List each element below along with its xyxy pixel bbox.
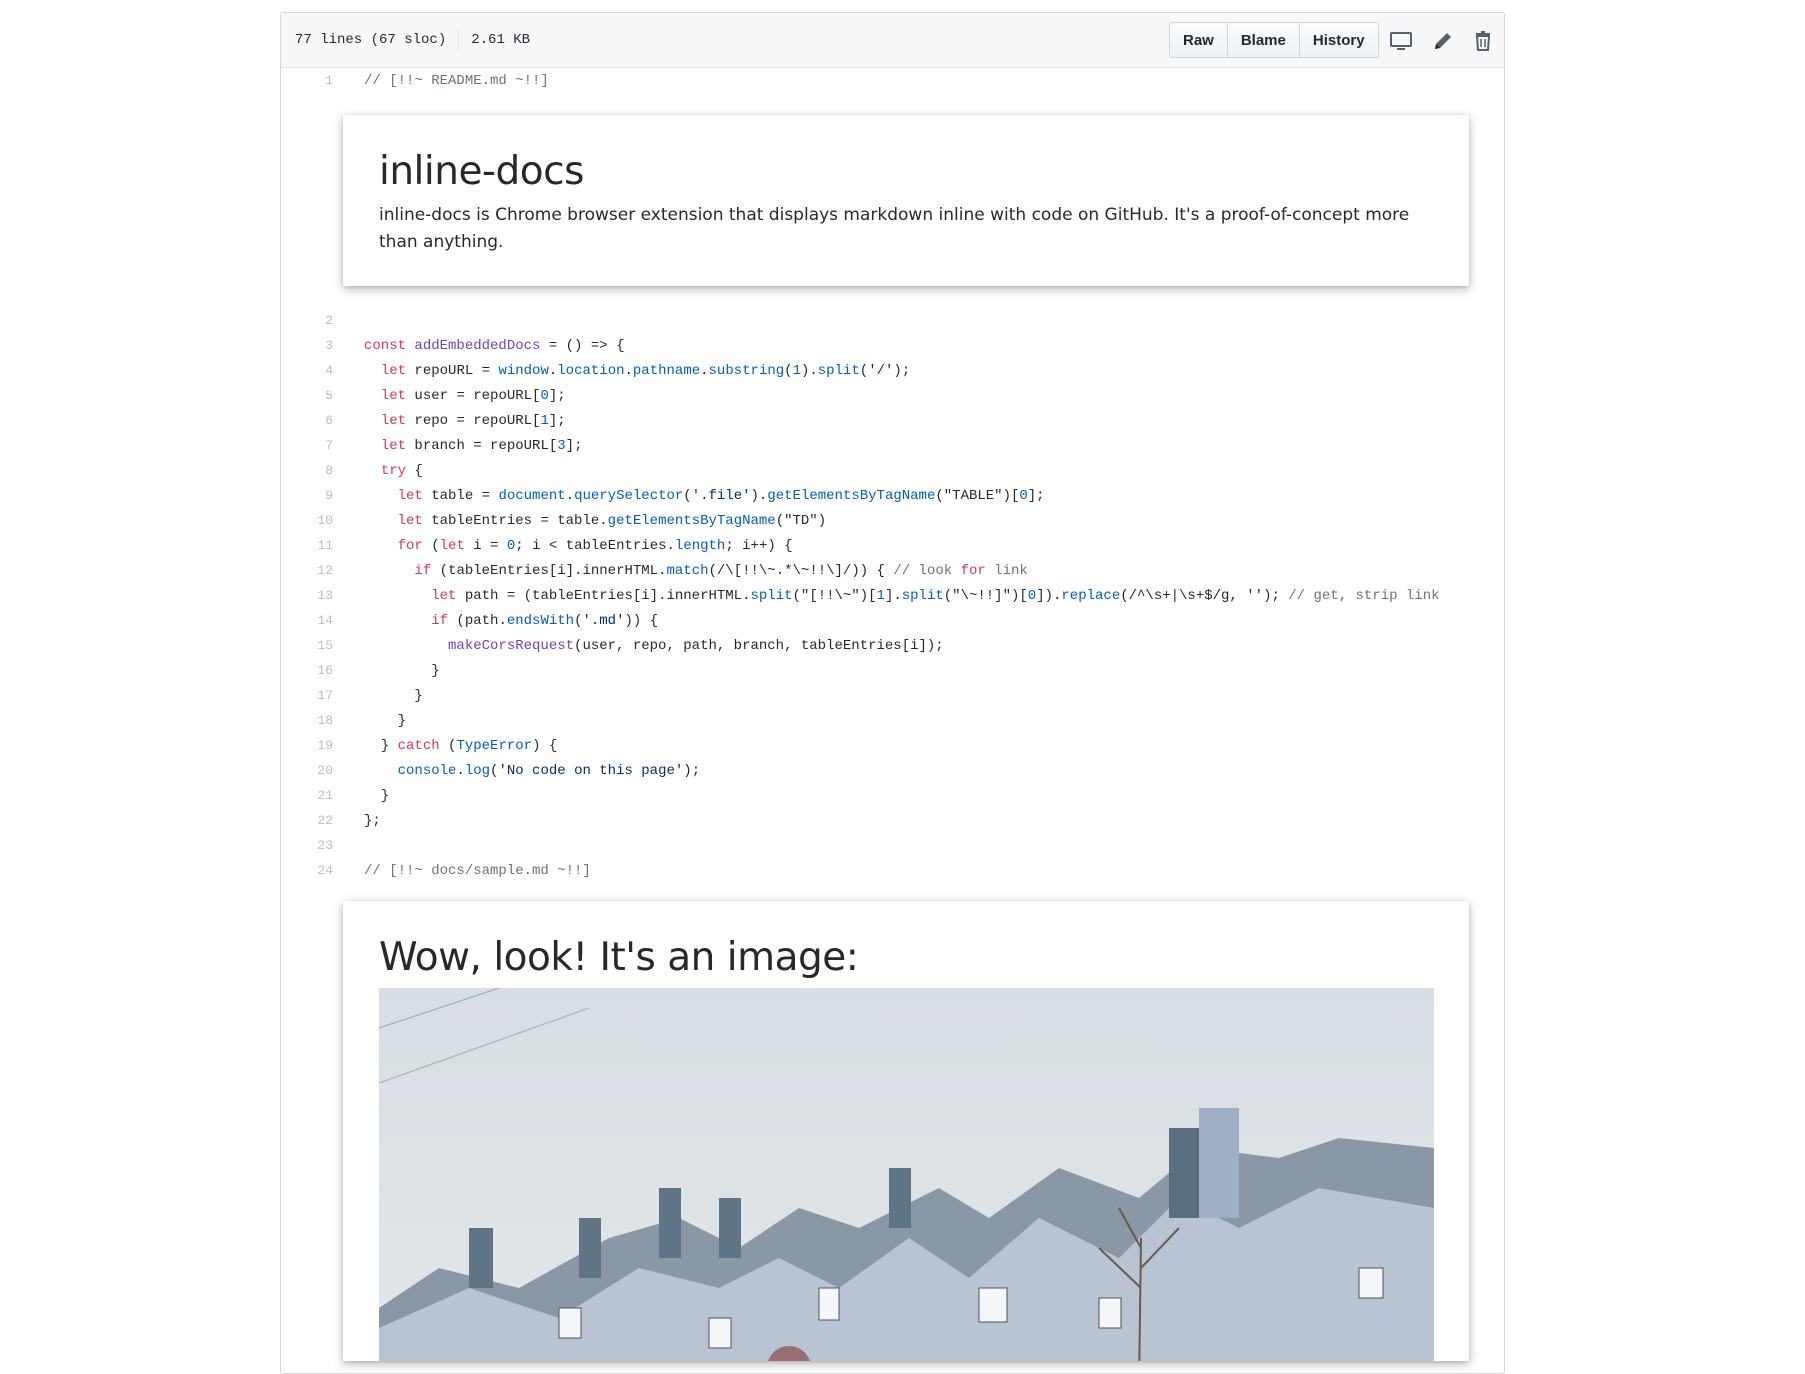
- line-number[interactable]: 22: [281, 813, 333, 828]
- line-number[interactable]: 11: [281, 538, 333, 553]
- line-content: };: [364, 812, 381, 829]
- line-content: let user = repoURL[0];: [380, 387, 566, 404]
- code-line: 18 }: [281, 708, 1504, 733]
- line-content: const addEmbeddedDocs = () => {: [364, 337, 625, 354]
- houses-image: [379, 988, 1434, 1361]
- code-line: 17 }: [281, 683, 1504, 708]
- code-line: 11 for (let i = 0; i < tableEntries.leng…: [281, 533, 1504, 558]
- code-line: 16 }: [281, 658, 1504, 683]
- lines-info: 77 lines (67 sloc): [295, 32, 447, 48]
- line-content: // [!!~ docs/sample.md ~!!]: [364, 862, 591, 879]
- line-content: try {: [380, 462, 423, 479]
- line-content: for (let i = 0; i < tableEntries.length;…: [397, 537, 793, 554]
- code-line: 19 } catch (TypeError) {: [281, 733, 1504, 758]
- code-line: 21 }: [281, 783, 1504, 808]
- blame-button[interactable]: Blame: [1226, 23, 1299, 57]
- readme-body: inline-docs is Chrome browser extension …: [379, 205, 1410, 252]
- line-content: console.log('No code on this page');: [397, 762, 701, 779]
- code-line: 23: [281, 833, 1504, 858]
- code-line: 24 // [!!~ docs/sample.md ~!!]: [281, 858, 1504, 883]
- line-content: }: [364, 662, 440, 679]
- line-content: makeCorsRequest(user, repo, path, branch…: [448, 637, 944, 654]
- code-line: 10 let tableEntries = table.getElementsB…: [281, 508, 1504, 533]
- code-line: 7 let branch = repoURL[3];: [281, 433, 1504, 458]
- line-number[interactable]: 12: [281, 563, 333, 578]
- line-number[interactable]: 14: [281, 613, 333, 628]
- line-content: let repoURL = window.location.pathname.s…: [380, 362, 911, 379]
- line-number[interactable]: 9: [281, 488, 333, 503]
- line-content: // [!!~ README.md ~!!]: [364, 72, 549, 89]
- desktop-icon[interactable]: [1389, 29, 1413, 53]
- code-body: 2 3 const addEmbeddedDocs = () => {4 let r…: [281, 308, 1504, 883]
- code-line: 6 let repo = repoURL[1];: [281, 408, 1504, 433]
- code-line: 4 let repoURL = window.location.pathname…: [281, 358, 1504, 383]
- file-actions-group: Raw Blame History: [1169, 22, 1379, 58]
- line-content: let path = (tableEntries[i].innerHTML.sp…: [431, 587, 1440, 604]
- line-content: let branch = repoURL[3];: [380, 437, 583, 454]
- pencil-icon[interactable]: [1431, 29, 1455, 53]
- line-number[interactable]: 8: [281, 463, 333, 478]
- line-content: }: [364, 687, 423, 704]
- trash-icon[interactable]: [1471, 29, 1495, 53]
- line-number[interactable]: 3: [281, 338, 333, 353]
- line-number[interactable]: 19: [281, 738, 333, 753]
- line-content: }: [364, 712, 407, 729]
- line-number[interactable]: 1: [281, 73, 333, 88]
- line-content: } catch (TypeError) {: [364, 737, 558, 754]
- line-number[interactable]: 2: [281, 313, 333, 328]
- file-header: 77 lines (67 sloc) 2.61 KB Raw Blame His…: [281, 13, 1504, 68]
- line-number[interactable]: 20: [281, 763, 333, 778]
- readme-markdown-card: inline-docs inline-docs is Chrome browse…: [343, 115, 1469, 286]
- file-view: 77 lines (67 sloc) 2.61 KB Raw Blame His…: [280, 12, 1505, 1374]
- code-line: 2: [281, 308, 1504, 333]
- line-number[interactable]: 4: [281, 363, 333, 378]
- code-line: 1 // [!!~ README.md ~!!]: [281, 68, 1504, 93]
- code-line: 13 let path = (tableEntries[i].innerHTML…: [281, 583, 1504, 608]
- code-line: 14 if (path.endsWith('.md')) {: [281, 608, 1504, 633]
- line-number[interactable]: 17: [281, 688, 333, 703]
- line-number[interactable]: 23: [281, 838, 333, 853]
- line-content: if (tableEntries[i].innerHTML.match(/\[!…: [414, 562, 1028, 579]
- line-number[interactable]: 7: [281, 438, 333, 453]
- line-number[interactable]: 18: [281, 713, 333, 728]
- line-content: }: [364, 787, 390, 804]
- line-number[interactable]: 5: [281, 388, 333, 403]
- code-line: 15 makeCorsRequest(user, repo, path, bra…: [281, 633, 1504, 658]
- file-info: 77 lines (67 sloc) 2.61 KB: [281, 30, 530, 50]
- sample-markdown-card: Wow, look! It's an image:: [343, 901, 1469, 1361]
- line-number[interactable]: 21: [281, 788, 333, 803]
- readme-title: inline-docs: [379, 149, 584, 194]
- line-number[interactable]: 6: [281, 413, 333, 428]
- line-content: let repo = repoURL[1];: [380, 412, 566, 429]
- info-divider: [458, 30, 460, 50]
- sample-title: Wow, look! It's an image:: [379, 935, 859, 980]
- code-line: 9 let table = document.querySelector('.f…: [281, 483, 1504, 508]
- line-content: let table = document.querySelector('.fil…: [397, 487, 1045, 504]
- code-line: 22};: [281, 808, 1504, 833]
- line-content: if (path.endsWith('.md')) {: [431, 612, 659, 629]
- raw-button[interactable]: Raw: [1170, 23, 1227, 57]
- line-number[interactable]: 10: [281, 513, 333, 528]
- code-line: 8 try {: [281, 458, 1504, 483]
- history-button[interactable]: History: [1298, 23, 1378, 57]
- code-view: 1 // [!!~ README.md ~!!] inline-docs inl…: [281, 68, 1504, 1361]
- line-number[interactable]: 16: [281, 663, 333, 678]
- code-line: 3 const addEmbeddedDocs = () => {: [281, 333, 1504, 358]
- line-content: let tableEntries = table.getElementsByTa…: [397, 512, 827, 529]
- file-size: 2.61 KB: [471, 32, 531, 48]
- code-line: 5 let user = repoURL[0];: [281, 383, 1504, 408]
- line-number[interactable]: 24: [281, 863, 333, 878]
- code-line: 12 if (tableEntries[i].innerHTML.match(/…: [281, 558, 1504, 583]
- line-number[interactable]: 13: [281, 588, 333, 603]
- code-line: 20 console.log('No code on this page');: [281, 758, 1504, 783]
- line-number[interactable]: 15: [281, 638, 333, 653]
